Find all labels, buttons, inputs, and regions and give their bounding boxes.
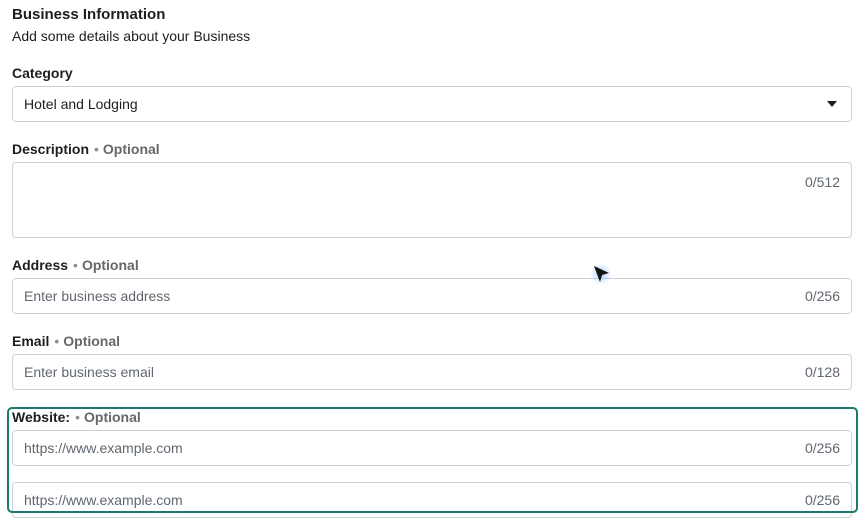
website-char-counter-1: 0/256 [804, 440, 840, 456]
website-input-1[interactable] [24, 431, 744, 465]
caret-down-icon [827, 101, 837, 107]
description-textarea[interactable] [24, 171, 784, 229]
mouse-pointer-icon [590, 263, 612, 285]
optional-tag: Optional [84, 409, 141, 425]
separator-dot: • [75, 409, 80, 425]
address-label: Address • Optional [12, 257, 139, 273]
category-label-text: Category [12, 65, 73, 81]
description-label-text: Description [12, 141, 90, 157]
optional-tag: Optional [63, 333, 121, 349]
address-input[interactable] [24, 279, 744, 313]
email-field: 0/128 [12, 354, 852, 390]
email-label-text: Email [12, 333, 50, 349]
business-information-form: Business Information Add some details ab… [0, 0, 864, 522]
optional-tag: Optional [102, 141, 160, 157]
description-char-counter: 0/512 [804, 174, 840, 190]
optional-tag: Optional [81, 257, 139, 273]
email-input[interactable] [24, 355, 744, 389]
address-char-counter: 0/256 [804, 288, 840, 304]
separator-dot: • [54, 333, 60, 349]
category-label: Category [12, 65, 73, 81]
separator-dot: • [73, 257, 78, 273]
category-selected-value: Hotel and Lodging [24, 96, 138, 112]
website-label-text: Website: [12, 409, 71, 425]
website-char-counter-2: 0/256 [804, 492, 840, 508]
section-subtitle: Add some details about your Business [12, 28, 251, 44]
category-select[interactable]: Hotel and Lodging [12, 86, 852, 122]
section-title: Business Information [12, 6, 166, 23]
description-label: Description • Optional [12, 141, 160, 157]
description-field: 0/512 [12, 162, 852, 238]
address-field: 0/256 [12, 278, 852, 314]
website-field-1: 0/256 [12, 430, 852, 466]
email-char-counter: 0/128 [804, 364, 840, 380]
website-label: Website: • Optional [12, 409, 141, 425]
website-input-2[interactable] [24, 483, 744, 517]
address-label-text: Address [12, 257, 69, 273]
separator-dot: • [94, 141, 99, 157]
website-field-2: 0/256 [12, 482, 852, 518]
email-label: Email • Optional [12, 333, 120, 349]
